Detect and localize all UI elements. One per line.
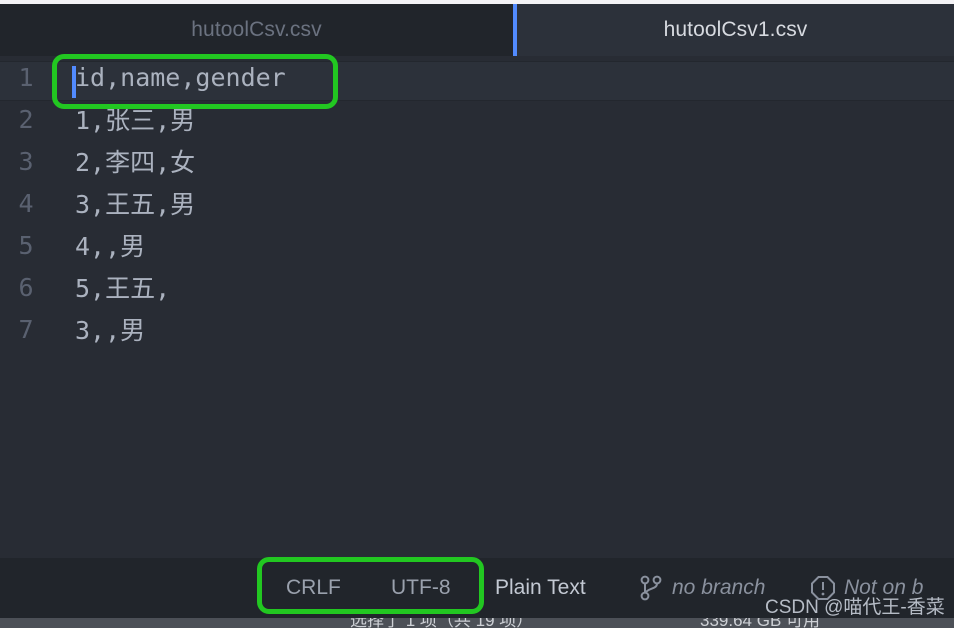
line-text: 2,李四,女: [75, 148, 196, 177]
os-selection-label: 选择了 1 项（共 19 项）: [350, 618, 534, 628]
status-git-branch[interactable]: no branch: [640, 575, 765, 601]
line-text: id,name,gender: [75, 62, 286, 92]
tab-hutoolcsv1[interactable]: hutoolCsv1.csv: [513, 4, 954, 56]
line-number: 6: [18, 272, 34, 302]
os-file-manager-status-strip: 选择了 1 项（共 19 项） 339.64 GB 可用: [0, 618, 954, 628]
tab-bar: hutoolCsv.csv hutoolCsv1.csv: [0, 4, 954, 56]
status-line-ending[interactable]: CRLF: [286, 576, 341, 600]
line-number: 1: [18, 62, 34, 92]
code-line[interactable]: 4 3,王五,男: [0, 182, 954, 224]
git-branch-label: no branch: [672, 576, 766, 599]
file-type-label: Plain Text: [495, 576, 586, 599]
code-area[interactable]: 1 id,name,gender 2 1,张三,男 3 2,李四,女 4 3,王…: [0, 56, 954, 558]
line-number: 3: [18, 146, 34, 176]
encoding-label: UTF-8: [391, 576, 451, 599]
line-number: 7: [18, 314, 34, 344]
code-line[interactable]: 1 id,name,gender: [0, 56, 954, 98]
status-encoding[interactable]: UTF-8: [391, 576, 451, 600]
tab-label: hutoolCsv1.csv: [663, 18, 808, 41]
code-line[interactable]: 7 3,,男: [0, 308, 954, 350]
tab-hutoolcsv[interactable]: hutoolCsv.csv: [0, 4, 513, 56]
line-text: 5,王五,: [75, 274, 171, 303]
line-text: 3,王五,男: [75, 190, 196, 219]
code-line[interactable]: 3 2,李四,女: [0, 140, 954, 182]
code-editor[interactable]: 1 id,name,gender 2 1,张三,男 3 2,李四,女 4 3,王…: [0, 56, 954, 558]
os-free-space-label: 339.64 GB 可用: [700, 618, 821, 628]
line-number: 4: [18, 188, 34, 218]
line-number: 5: [18, 230, 34, 260]
text-caret: [72, 66, 76, 98]
code-line[interactable]: 5 4,,男: [0, 224, 954, 266]
tab-label: hutoolCsv.csv: [191, 18, 322, 41]
line-text: 4,,男: [75, 232, 146, 261]
os-status-inner: 选择了 1 项（共 19 项） 339.64 GB 可用: [0, 618, 954, 628]
code-line[interactable]: 2 1,张三,男: [0, 98, 954, 140]
line-text: 1,张三,男: [75, 106, 196, 135]
line-text: 3,,男: [75, 316, 146, 345]
watermark: CSDN @喵代王-香菜: [765, 597, 945, 618]
status-file-type[interactable]: Plain Text: [495, 576, 586, 600]
line-ending-label: CRLF: [286, 576, 341, 599]
git-branch-icon: [640, 575, 662, 601]
code-line[interactable]: 6 5,王五,: [0, 266, 954, 308]
editor-window: hutoolCsv.csv hutoolCsv1.csv 1 id,name,g…: [0, 0, 954, 628]
line-number: 2: [18, 104, 34, 134]
